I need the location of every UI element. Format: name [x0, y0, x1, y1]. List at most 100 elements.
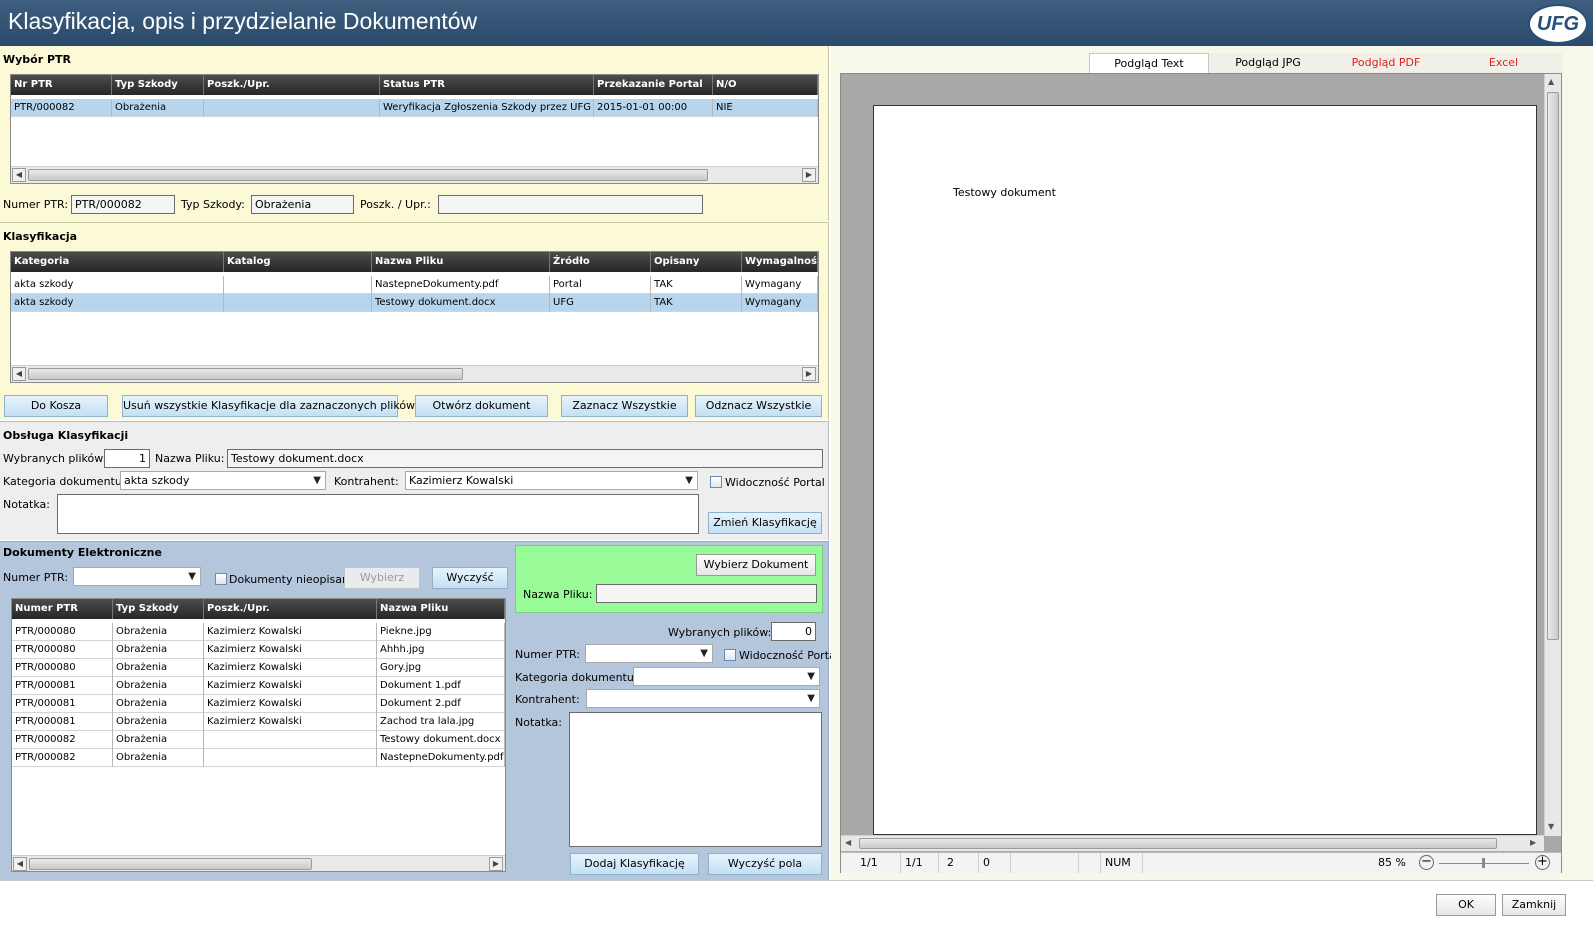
table-row[interactable]: PTR/000082 Obrażenia Testowy dokument.docx: [12, 731, 505, 749]
right-wybranych-field[interactable]: 0: [771, 622, 816, 641]
dok-numer-select[interactable]: ▼: [73, 567, 201, 586]
do-kosza-button[interactable]: Do Kosza: [4, 395, 108, 417]
table-row[interactable]: PTR/000081 Obrażenia Kazimierz Kowalski Dok…: [12, 695, 505, 713]
notatka-textarea[interactable]: [57, 494, 699, 534]
zoom-in-icon[interactable]: +: [1535, 855, 1550, 870]
table-row[interactable]: PTR/000081 Obrażenia Kazimierz Kowalski Zac…: [12, 713, 505, 731]
wybranych-field[interactable]: 1: [104, 449, 150, 468]
poszk-field[interactable]: [438, 195, 703, 214]
wyczysc-pola-button[interactable]: Wyczyść pola: [708, 853, 822, 875]
nazwa-pliku-field[interactable]: Testowy dokument.docx: [227, 449, 823, 468]
col-nazwa-pliku[interactable]: Nazwa Pliku: [372, 252, 550, 272]
right-kontrahent-select[interactable]: ▼: [586, 689, 820, 708]
zaznacz-wszystkie-button[interactable]: Zaznacz Wszystkie: [561, 395, 688, 417]
dodaj-klasyfikacje-button[interactable]: Dodaj Klasyfikację: [570, 853, 699, 875]
table-row[interactable]: PTR/000080 Obrażenia Kazimierz Kowalski Ahh…: [12, 641, 505, 659]
table-row[interactable]: akta szkody Testowy dokument.docx UFG TA…: [11, 294, 818, 312]
dok-grid-hscroll[interactable]: ◀ ▶: [12, 855, 505, 871]
scroll-left-icon[interactable]: ◀: [13, 857, 27, 871]
tab-podglad-pdf[interactable]: Podgląd PDF: [1327, 53, 1445, 73]
viewer-hscroll[interactable]: ◀ ▶: [841, 835, 1544, 851]
chevron-down-icon: ▼: [807, 671, 815, 682]
kontrahent-select[interactable]: Kazimierz Kowalski ▼: [405, 471, 698, 490]
dok-grid[interactable]: Numer PTR Typ Szkody Poszk./Upr. Nazwa P…: [11, 598, 506, 872]
ok-button[interactable]: OK: [1436, 894, 1496, 916]
col-numer-ptr[interactable]: Numer PTR: [12, 599, 113, 619]
window-title: Klasyfikacja, opis i przydzielanie Dokum…: [8, 8, 478, 34]
col-nr-ptr[interactable]: Nr PTR: [11, 75, 112, 95]
col-nazwa-pliku[interactable]: Nazwa Pliku: [377, 599, 505, 619]
scroll-left-icon[interactable]: ◀: [12, 168, 26, 182]
numer-ptr-field[interactable]: PTR/000082: [71, 195, 175, 214]
scroll-thumb[interactable]: [859, 838, 1497, 849]
right-notatka-label: Notatka:: [515, 716, 562, 729]
col-typ-szkody[interactable]: Typ Szkody: [113, 599, 204, 619]
col-katalog[interactable]: Katalog: [224, 252, 372, 272]
cell: [204, 731, 377, 749]
nieopisane-checkbox[interactable]: [215, 573, 227, 585]
scroll-right-icon[interactable]: ▶: [1530, 838, 1536, 847]
typ-szkody-field[interactable]: Obrażenia: [251, 195, 354, 214]
scroll-thumb[interactable]: [29, 858, 312, 870]
col-kategoria[interactable]: Kategoria: [11, 252, 224, 272]
tab-excel[interactable]: Excel: [1445, 53, 1562, 73]
klas-grid-hscroll[interactable]: ◀ ▶: [11, 365, 818, 382]
right-kategoria-select[interactable]: ▼: [633, 667, 820, 686]
viewer-vscroll[interactable]: ▲ ▼: [1544, 74, 1561, 836]
cell: Piekne.jpg: [377, 623, 505, 641]
ptr-grid-hscroll[interactable]: ◀ ▶: [11, 166, 818, 183]
scroll-right-icon[interactable]: ▶: [802, 168, 816, 182]
cell: Zachod tra lala.jpg: [377, 713, 505, 731]
col-no[interactable]: N/O: [713, 75, 818, 95]
col-poszk[interactable]: Poszk./Upr.: [204, 75, 380, 95]
wybierz-button[interactable]: Wybierz: [344, 567, 420, 589]
right-nazwa-field[interactable]: [596, 584, 817, 603]
col-typ-szkody[interactable]: Typ Szkody: [112, 75, 204, 95]
scroll-right-icon[interactable]: ▶: [802, 367, 816, 381]
zamknij-button[interactable]: Zamknij: [1502, 894, 1566, 916]
table-row[interactable]: PTR/000082 Obrażenia NastepneDokumenty.pdf: [12, 749, 505, 767]
widocznosc-checkbox[interactable]: [710, 476, 722, 488]
scroll-down-icon[interactable]: ▼: [1548, 822, 1554, 831]
document-viewer[interactable]: Testowy dokument ▲ ▼ ◀ ▶ 1/1 1/1 2 0 NUM…: [840, 73, 1562, 873]
kategoria-select[interactable]: akta szkody ▼: [120, 471, 326, 490]
tab-podglad-jpg[interactable]: Podgląd JPG: [1209, 53, 1327, 73]
klas-grid[interactable]: Kategoria Katalog Nazwa Pliku Źródło Opi…: [10, 251, 819, 383]
table-row[interactable]: PTR/000081 Obrażenia Kazimierz Kowalski Dok…: [12, 677, 505, 695]
otworz-dokument-button[interactable]: Otwórz dokument: [415, 395, 548, 417]
col-przekazanie[interactable]: Przekazanie Portal: [594, 75, 713, 95]
scroll-left-icon[interactable]: ◀: [845, 838, 851, 847]
wyczysc-button[interactable]: Wyczyść: [432, 567, 508, 589]
chevron-down-icon: ▼: [700, 648, 708, 659]
tab-podglad-text[interactable]: Podgląd Text: [1089, 53, 1209, 73]
col-wymagalnosc[interactable]: Wymagalność: [742, 252, 818, 272]
wybor-section-title: Wybór PTR: [3, 53, 72, 66]
odznacz-wszystkie-button[interactable]: Odznacz Wszystkie: [695, 395, 822, 417]
cell: Ahhh.jpg: [377, 641, 505, 659]
status-col: 2: [943, 853, 979, 873]
col-zrodlo[interactable]: Źródło: [550, 252, 651, 272]
scroll-right-icon[interactable]: ▶: [489, 857, 503, 871]
scroll-thumb[interactable]: [1547, 92, 1559, 640]
ptr-grid[interactable]: Nr PTR Typ Szkody Poszk./Upr. Status PTR…: [10, 74, 819, 184]
scroll-thumb[interactable]: [28, 169, 708, 181]
zmien-klasyfikacje-button[interactable]: Zmień Klasyfikację: [708, 512, 822, 534]
table-row[interactable]: akta szkody NastepneDokumenty.pdf Portal…: [11, 276, 818, 294]
wybierz-dokument-button[interactable]: Wybierz Dokument: [696, 554, 816, 576]
right-notatka-textarea[interactable]: [569, 712, 822, 847]
right-numer-select[interactable]: ▼: [585, 644, 713, 663]
scroll-left-icon[interactable]: ◀: [12, 367, 26, 381]
col-poszk[interactable]: Poszk./Upr.: [204, 599, 377, 619]
scroll-thumb[interactable]: [28, 368, 463, 380]
zoom-out-icon[interactable]: −: [1419, 855, 1434, 870]
col-opisany[interactable]: Opisany: [651, 252, 742, 272]
table-row[interactable]: PTR/000080 Obrażenia Kazimierz Kowalski Gor…: [12, 659, 505, 677]
status-page: 1/1: [856, 853, 901, 873]
usun-klasyfikacje-button[interactable]: Usuń wszystkie Klasyfikacje dla zaznaczo…: [122, 395, 415, 417]
table-row[interactable]: PTR/000080 Obrażenia Kazimierz Kowalski Pie…: [12, 623, 505, 641]
scroll-up-icon[interactable]: ▲: [1548, 77, 1554, 86]
zoom-slider-thumb[interactable]: [1482, 858, 1485, 868]
right-widocznosc-checkbox[interactable]: [724, 649, 736, 661]
table-row[interactable]: PTR/000082 Obrażenia Weryfikacja Zgłosze…: [11, 99, 818, 117]
col-status-ptr[interactable]: Status PTR: [380, 75, 594, 95]
